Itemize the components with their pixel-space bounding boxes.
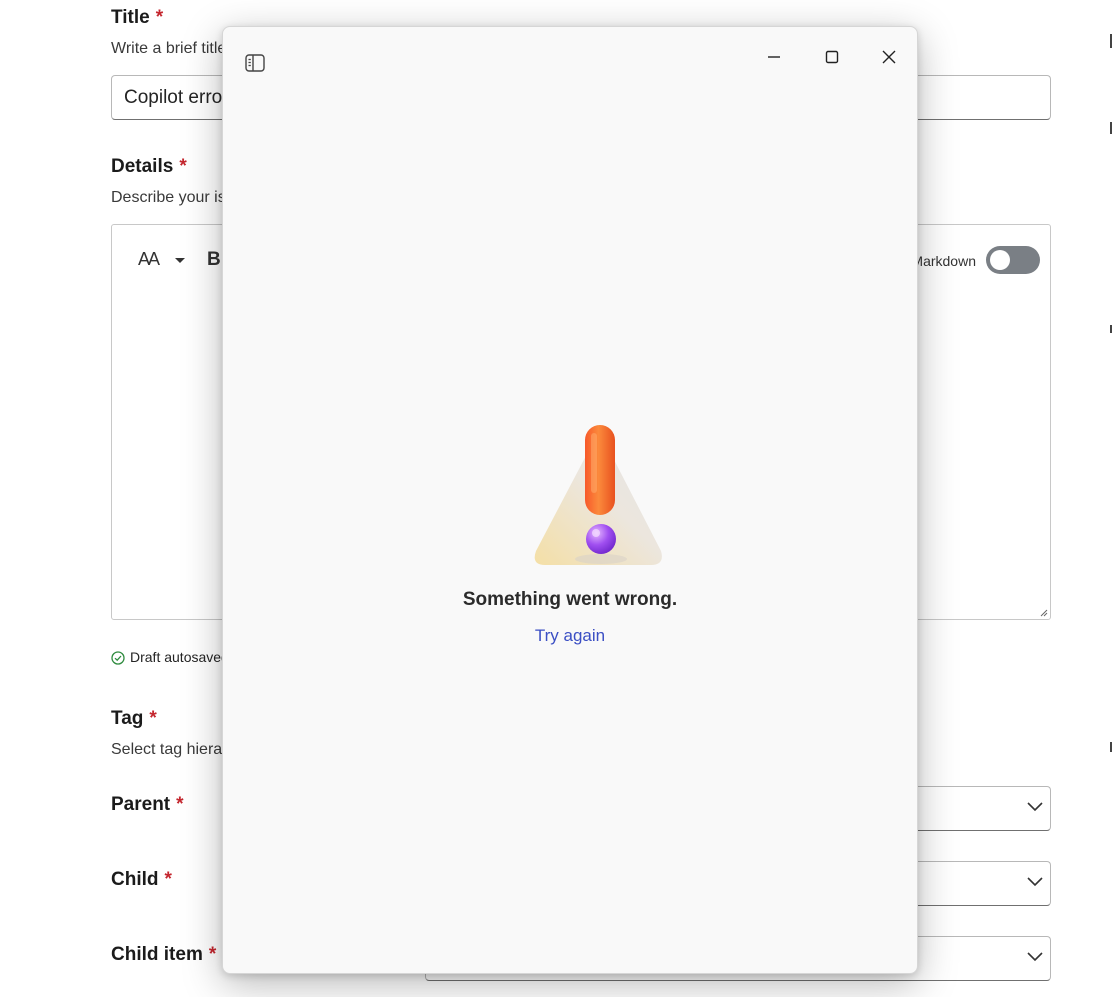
bold-button[interactable]: B xyxy=(207,249,221,271)
required-marker: * xyxy=(208,944,217,965)
error-message: Something went wrong. xyxy=(462,589,678,610)
copilot-window: Something went wrong. Try again xyxy=(222,26,918,974)
required-marker: * xyxy=(179,156,187,177)
required-marker: * xyxy=(155,7,164,28)
required-marker: * xyxy=(176,794,184,815)
minimize-icon[interactable] xyxy=(762,45,786,69)
title-hint: Write a brief title xyxy=(111,40,227,57)
markdown-toggle[interactable] xyxy=(986,246,1040,274)
check-circle-icon xyxy=(111,651,125,665)
child-item-label: Child item * xyxy=(111,944,217,965)
details-label: Details * xyxy=(111,156,187,177)
close-icon[interactable] xyxy=(877,45,901,69)
chevron-down-icon xyxy=(1027,952,1043,962)
try-again-link[interactable]: Try again xyxy=(223,626,917,646)
required-marker: * xyxy=(149,708,157,729)
warning-illustration xyxy=(534,425,662,565)
title-input-value: Copilot error xyxy=(124,87,229,108)
resize-handle-icon[interactable] xyxy=(1039,608,1048,617)
maximize-icon[interactable] xyxy=(820,45,844,69)
markdown-label: Markdown xyxy=(911,253,976,269)
title-label: Title * xyxy=(111,7,164,28)
chevron-down-icon xyxy=(1027,802,1043,812)
tag-label: Tag * xyxy=(111,708,157,729)
autosave-status: Draft autosaved xyxy=(111,649,229,665)
autosave-text: Draft autosaved xyxy=(130,649,229,665)
sidebar-toggle-icon[interactable] xyxy=(243,51,267,75)
chevron-down-icon xyxy=(1027,877,1043,887)
font-size-button[interactable]: AA xyxy=(138,249,160,270)
child-label: Child * xyxy=(111,869,172,890)
toggle-knob xyxy=(990,250,1010,270)
required-marker: * xyxy=(164,869,172,890)
font-size-dropdown-icon[interactable] xyxy=(175,258,185,263)
parent-label: Parent * xyxy=(111,794,184,815)
